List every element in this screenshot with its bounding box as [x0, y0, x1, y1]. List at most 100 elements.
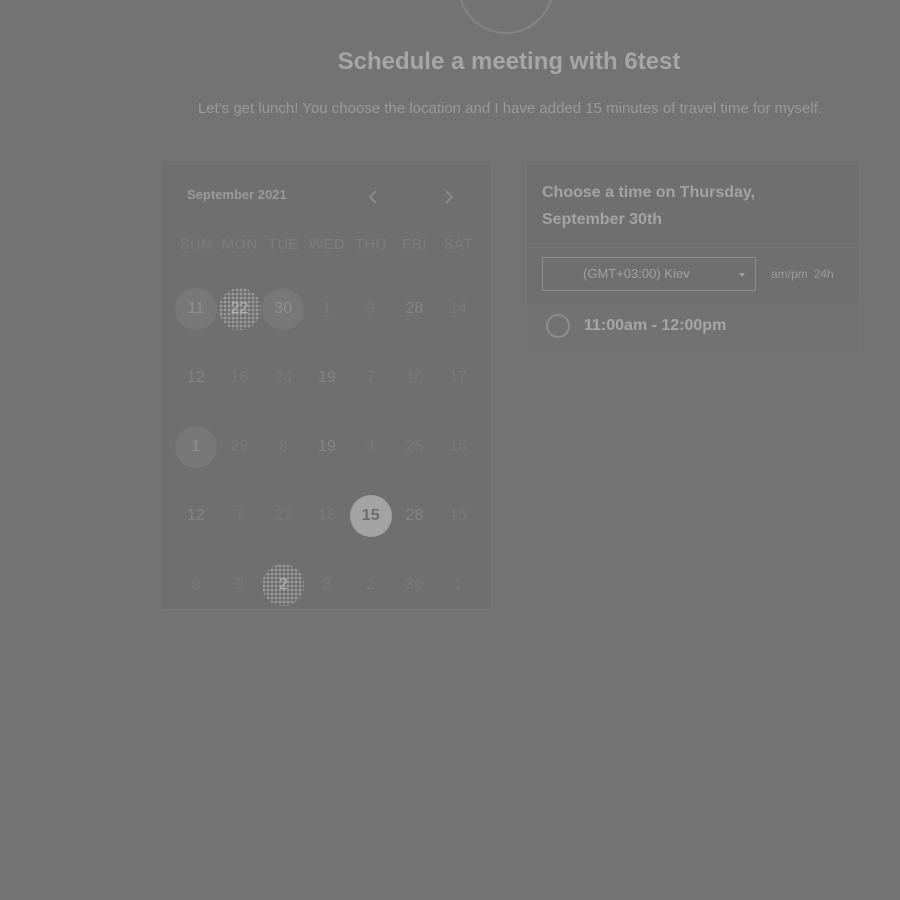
format-12h-option[interactable]: am/pm	[771, 267, 808, 281]
calendar-day-cell: 15	[349, 481, 393, 550]
calendar-day-cell: 1	[174, 412, 218, 481]
calendar-day: 9	[235, 575, 245, 593]
calendar-day-cell: 28	[393, 481, 437, 550]
calendar-day: 16	[230, 368, 249, 386]
timezone-select[interactable]: (GMT+03:00) Kiev	[542, 257, 756, 291]
calendar-day: 28	[405, 299, 424, 317]
time-slot-label: 11:00am - 12:00pm	[584, 317, 727, 334]
calendar-day: 28	[405, 506, 424, 524]
calendar-day: 1	[322, 299, 332, 317]
page-title: Schedule a meeting with 6test	[337, 48, 681, 75]
calendar-day: 19	[318, 368, 336, 386]
calendar-day-cell: 7	[218, 481, 262, 550]
calendar-day-cell: 30	[393, 550, 437, 619]
available-day-button[interactable]: 1	[174, 425, 217, 468]
calendar-day-cell: 2	[261, 550, 305, 619]
calendar-month-label: September 2021	[187, 187, 287, 202]
calendar-day-cell: 14	[436, 274, 480, 343]
time-format-toggle: am/pm 24h	[771, 267, 834, 281]
calendar-day: 15	[449, 437, 468, 455]
calendar-day-cell: 9	[174, 550, 218, 619]
available-day-button[interactable]: 11	[174, 287, 217, 330]
calendar-day-cell: 19	[305, 343, 349, 412]
radio-icon[interactable]	[546, 314, 570, 338]
available-day-button[interactable]: 2	[262, 563, 305, 606]
time-picker-card: Choose a time on Thursday, September 30t…	[526, 160, 860, 352]
weekday-header: SUN MON TUE WED THU FRI SAT	[174, 236, 480, 253]
calendar-day: 12	[186, 368, 205, 386]
calendar-card: September 2021 SUN MON TUE WED THU FRI S…	[160, 160, 492, 610]
available-day-button[interactable]: 22	[218, 287, 261, 330]
calendar-day-cell: 28	[393, 274, 437, 343]
calendar-day: 29	[230, 437, 249, 455]
weekday-label: SUN	[179, 236, 213, 253]
calendar-day: 4	[366, 437, 376, 455]
weekday-label: THU	[354, 236, 387, 253]
calendar-day: 30	[405, 575, 424, 593]
prev-month-button[interactable]	[363, 189, 383, 209]
calendar-day-cell: 12	[174, 343, 218, 412]
calendar-day: 14	[449, 299, 468, 317]
calendar-day: 7	[366, 368, 376, 386]
calendar-day-cell: 9	[218, 550, 262, 619]
calendar-day: 9	[366, 299, 376, 317]
calendar-day-cell: 15	[436, 481, 480, 550]
calendar-day-cell: 25	[393, 412, 437, 481]
calendar-day: 15	[449, 506, 468, 524]
calendar-day-grid: 11 22 30 1 9 28 14 12 16 24 19 7 10 17 1 29 8 19 4 25 15 12 7 2…	[174, 274, 480, 619]
format-24h-option[interactable]: 24h	[814, 267, 834, 281]
calendar-day: 8	[278, 437, 288, 455]
calendar-day-cell: 1	[305, 274, 349, 343]
calendar-day: 9	[191, 575, 201, 593]
calendar-day-cell: 16	[305, 481, 349, 550]
chevron-left-icon	[368, 190, 377, 204]
host-avatar	[458, 0, 554, 34]
calendar-day-cell: 17	[436, 343, 480, 412]
calendar-day-cell: 8	[261, 412, 305, 481]
calendar-day-cell: 1	[436, 550, 480, 619]
calendar-day: 16	[318, 506, 336, 524]
time-picker-heading: Choose a time on Thursday, September 30t…	[542, 184, 756, 228]
calendar-day: 19	[318, 437, 336, 455]
calendar-day: 2	[366, 575, 376, 593]
chevron-right-icon	[445, 190, 454, 204]
weekday-label: FRI	[401, 236, 427, 253]
next-month-button[interactable]	[439, 189, 459, 209]
calendar-day: 1	[453, 575, 463, 593]
caret-down-icon	[739, 273, 745, 277]
weekday-label: SAT	[443, 236, 473, 253]
calendar-day: 24	[274, 368, 293, 386]
divider	[527, 247, 859, 248]
calendar-day-cell: 29	[218, 412, 262, 481]
calendar-day: 7	[235, 506, 245, 524]
calendar-day: 25	[405, 437, 424, 455]
calendar-day-cell: 24	[261, 343, 305, 412]
calendar-day-cell: 12	[174, 481, 218, 550]
calendar-day-cell: 16	[218, 343, 262, 412]
timezone-value: (GMT+03:00) Kiev	[583, 266, 690, 281]
meeting-description: Let's get lunch! You choose the location…	[197, 100, 823, 117]
calendar-day: 12	[186, 506, 205, 524]
time-slot-option[interactable]: 11:00am - 12:00pm	[527, 303, 859, 352]
calendar-day-cell: 8	[305, 550, 349, 619]
available-day-button[interactable]: 30	[262, 287, 305, 330]
calendar-day-cell: 15	[436, 412, 480, 481]
calendar-day: 10	[405, 368, 424, 386]
calendar-day-cell: 19	[305, 412, 349, 481]
weekday-label: TUE	[267, 236, 299, 253]
calendar-day-cell: 4	[349, 412, 393, 481]
calendar-day-cell: 10	[393, 343, 437, 412]
calendar-day-cell: 27	[261, 481, 305, 550]
calendar-day-cell: 22	[218, 274, 262, 343]
selected-day-button[interactable]: 15	[349, 494, 392, 537]
weekday-label: MON	[221, 236, 258, 253]
calendar-day-cell: 9	[349, 274, 393, 343]
calendar-day-cell: 2	[349, 550, 393, 619]
calendar-day-cell: 11	[174, 274, 218, 343]
weekday-label: WED	[309, 236, 345, 253]
calendar-day-cell: 7	[349, 343, 393, 412]
calendar-day: 27	[274, 506, 293, 524]
calendar-day-cell: 30	[261, 274, 305, 343]
calendar-day: 8	[322, 575, 332, 593]
calendar-day: 17	[449, 368, 468, 386]
